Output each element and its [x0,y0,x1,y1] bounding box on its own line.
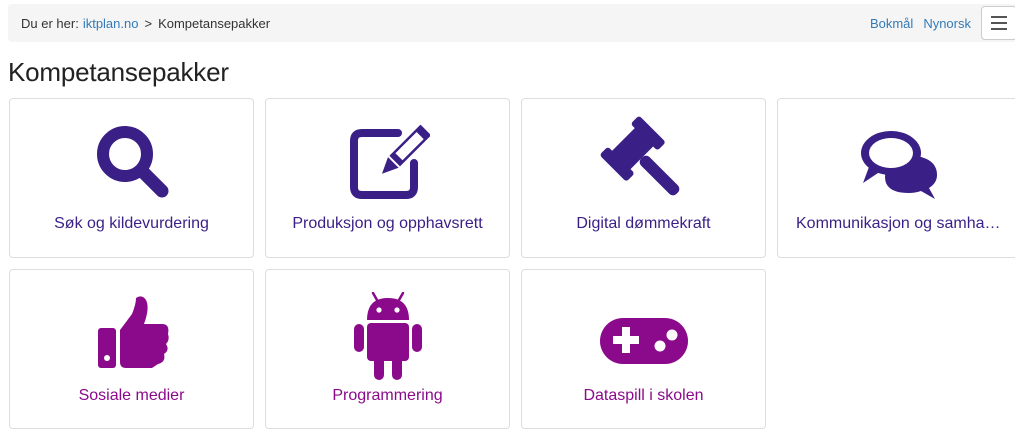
tile-dataspill-i-skolen[interactable]: Dataspill i skolen [521,269,766,429]
language-link-bokmal[interactable]: Bokmål [870,16,913,31]
tile-sok-og-kildevurdering[interactable]: Søk og kildevurdering [9,98,254,258]
tile-label: Digital dømmekraft [576,215,711,232]
breadcrumb-prefix: Du er her: [21,15,79,31]
breadcrumb-separator: > [144,15,153,31]
thumbs-up-icon [10,294,253,372]
breadcrumb-current: Kompetansepakker [158,15,271,31]
tile-sosiale-medier[interactable]: Sosiale medier [9,269,254,429]
gamepad-icon [522,316,765,368]
comments-icon [778,121,1015,201]
tile-produksjon-og-opphavsrett[interactable]: Produksjon og opphavsrett [265,98,510,258]
tile-label: Dataspill i skolen [583,387,704,404]
tile-label: Programmering [332,387,443,404]
hamburger-icon [991,16,1007,18]
page-title: Kompetansepakker [8,57,229,87]
language-link-nynorsk[interactable]: Nynorsk [923,16,971,31]
tile-label: Sosiale medier [78,387,185,404]
menu-button[interactable] [981,6,1015,40]
breadcrumb-home-link[interactable]: iktplan.no [83,16,139,31]
tile-kommunikasjon-og-samhandling[interactable]: Kommunikasjon og samhandling [777,98,1015,258]
tile-label: Produksjon og opphavsrett [292,215,483,232]
tile-programmering[interactable]: Programmering [265,269,510,429]
gavel-icon [522,116,765,205]
search-icon [10,121,253,201]
tile-label: Søk og kildevurdering [54,215,209,232]
breadcrumb: Du er her: iktplan.no > Kompetansepakker [21,16,270,31]
tile-label: Kommunikasjon og samhandling [796,215,1004,232]
breadcrumb-bar: Du er her: iktplan.no > Kompetansepakker… [8,4,1015,42]
tile-digital-dommekraft[interactable]: Digital dømmekraft [521,98,766,258]
android-icon [266,292,509,384]
edit-icon [266,121,509,201]
language-switcher: Bokmål Nynorsk [870,16,971,31]
